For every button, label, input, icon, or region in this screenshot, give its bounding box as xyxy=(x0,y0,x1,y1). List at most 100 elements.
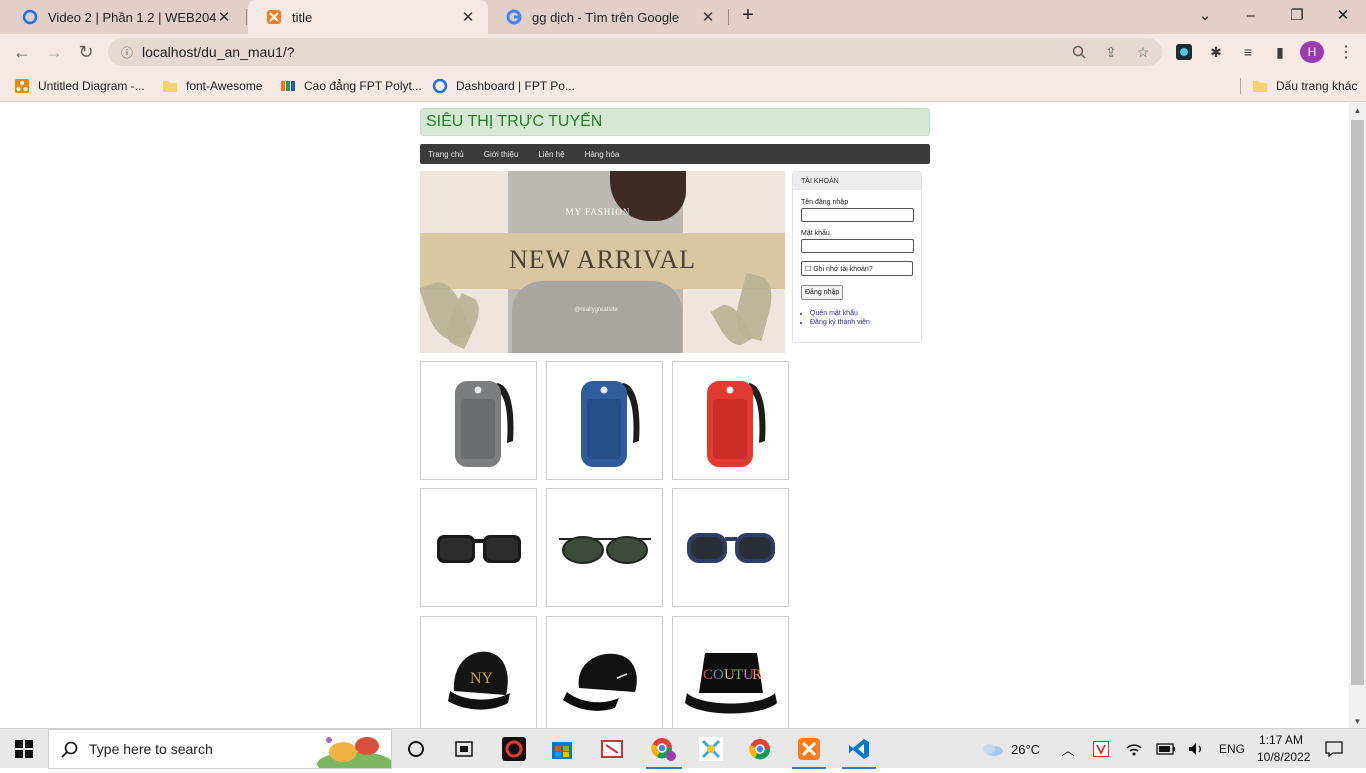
forgot-password-link[interactable]: Quên mật khẩu xyxy=(810,309,870,318)
tab-search-chevron-icon[interactable]: ⌄ xyxy=(1182,0,1228,30)
bookmark-fpt-polytechnic[interactable]: Cao đẳng FPT Polyt... xyxy=(280,76,422,96)
product-bucket-hat[interactable]: C O U T U R xyxy=(672,616,789,728)
vscode-icon[interactable] xyxy=(838,729,880,769)
account-panel: TÀI KHOẢN Tên đăng nhập Mật khẩu ☐ Ghi n… xyxy=(792,171,922,343)
taskbar-search[interactable]: Type here to search xyxy=(48,729,393,773)
xampp-icon xyxy=(266,9,282,25)
product-backpack-gray[interactable] xyxy=(420,361,537,480)
reload-icon[interactable]: ↻ xyxy=(74,40,98,64)
bookmark-label: Dấu trang khác xyxy=(1276,79,1358,93)
address-bar[interactable]: ⓘ localhost/du_an_mau1/? ⇪ ☆ xyxy=(108,38,1162,66)
xampp-taskbar-icon[interactable] xyxy=(788,729,830,769)
scroll-down-icon[interactable]: ▼ xyxy=(1349,714,1366,728)
cortana-icon[interactable] xyxy=(400,729,432,769)
weather-cloud-icon xyxy=(978,729,1006,769)
search-placeholder: Type here to search xyxy=(89,741,213,757)
tab-title: title xyxy=(292,9,313,25)
globe-ring-icon xyxy=(432,78,448,94)
product-backpack-blue[interactable] xyxy=(546,361,663,480)
input-language[interactable]: ENG xyxy=(1219,742,1245,756)
folder-icon xyxy=(162,78,178,94)
extension-app-icon[interactable] xyxy=(1174,42,1194,62)
bookmark-star-icon[interactable]: ☆ xyxy=(1134,43,1152,61)
scroll-thumb[interactable] xyxy=(1351,120,1364,685)
search-icon xyxy=(61,741,79,764)
volume-icon[interactable] xyxy=(1184,729,1208,769)
backpack-image xyxy=(580,380,639,467)
login-button[interactable]: Đăng nhập xyxy=(801,285,844,300)
antivirus-tray-icon[interactable] xyxy=(1090,729,1112,769)
svg-text:T: T xyxy=(734,667,743,683)
menu-contact[interactable]: Liên hệ xyxy=(538,150,564,159)
bookmark-other[interactable]: Dấu trang khác xyxy=(1252,76,1357,96)
product-cap-ny[interactable]: NY xyxy=(420,616,537,728)
bookmark-font-awesome[interactable]: font-Awesome xyxy=(162,76,262,96)
sunglasses-image xyxy=(436,534,521,563)
bookmark-dashboard-fpt[interactable]: Dashboard | FPT Po... xyxy=(432,76,575,96)
chrome-icon[interactable] xyxy=(740,729,780,769)
url-text[interactable]: localhost/du_an_mau1/? xyxy=(142,44,295,60)
tab-video[interactable]: Video 2 | Phần 1.2 | WEB2041 Co ✕ xyxy=(4,0,244,34)
close-icon[interactable]: ✕ xyxy=(460,8,476,26)
menu-home[interactable]: Trang chủ xyxy=(428,150,464,159)
product-backpack-red[interactable] xyxy=(672,361,789,480)
svg-text:O: O xyxy=(713,667,724,683)
weather-temperature[interactable]: 26°C xyxy=(1011,742,1040,757)
password-field[interactable] xyxy=(801,239,914,253)
cap-image xyxy=(562,653,637,711)
page-scrollbar[interactable]: ▲ ▼ xyxy=(1349,103,1366,728)
account-links: Quên mật khẩu Đăng ký thành viên xyxy=(805,309,870,327)
share-icon[interactable]: ⇪ xyxy=(1102,43,1120,61)
menu-about[interactable]: Giới thiệu xyxy=(484,150,519,159)
product-sunglasses-black[interactable] xyxy=(420,488,537,607)
username-label: Tên đăng nhập xyxy=(801,199,849,206)
task-view-icon[interactable] xyxy=(448,729,480,769)
menu-products[interactable]: Hàng hóa xyxy=(585,150,620,159)
bucket-hat-image: C O U T U R xyxy=(684,652,777,713)
username-field[interactable] xyxy=(801,208,914,222)
scroll-up-icon[interactable]: ▲ xyxy=(1349,103,1366,117)
tab-separator xyxy=(728,9,729,25)
svg-text:C: C xyxy=(703,667,713,683)
menu-kebab-icon[interactable]: ⋮ xyxy=(1336,42,1356,62)
close-icon[interactable]: ✕ xyxy=(216,8,232,26)
chevron-up-icon[interactable]: ︿ xyxy=(1058,729,1078,769)
new-tab-icon[interactable]: + xyxy=(735,0,761,30)
tab-title: Video 2 | Phần 1.2 | WEB2041 Co xyxy=(48,9,216,25)
notifications-icon[interactable] xyxy=(1320,729,1348,769)
store-app-icon[interactable] xyxy=(544,729,580,769)
garena-app-icon[interactable] xyxy=(496,729,532,769)
backpack-image xyxy=(454,380,513,467)
minimize-icon[interactable]: – xyxy=(1228,0,1274,30)
tab-google[interactable]: gg dịch - Tìm trên Google ✕ xyxy=(488,0,728,34)
vpn-app-icon[interactable] xyxy=(692,729,730,769)
side-panel-icon[interactable]: ▮ xyxy=(1270,42,1290,62)
media-queue-icon[interactable]: ≡ xyxy=(1238,42,1258,62)
product-sunglasses-aviator[interactable] xyxy=(546,488,663,607)
register-link[interactable]: Đăng ký thành viên xyxy=(810,318,870,327)
fpt-logo-icon xyxy=(280,78,296,94)
tab-title-active[interactable]: title ✕ xyxy=(248,0,488,34)
clock-date[interactable]: 10/8/2022 xyxy=(1257,750,1310,764)
extensions-puzzle-icon[interactable]: ✱ xyxy=(1206,42,1226,62)
close-window-icon[interactable]: ✕ xyxy=(1320,0,1366,30)
chrome-profile-h-icon[interactable] xyxy=(642,729,686,769)
clock-time[interactable]: 1:17 AM xyxy=(1259,733,1303,747)
windows-start-icon[interactable] xyxy=(0,729,48,769)
wifi-icon[interactable] xyxy=(1122,729,1146,769)
product-sunglasses-blue[interactable] xyxy=(672,488,789,607)
snipping-tool-icon[interactable] xyxy=(594,729,630,769)
globe-ring-icon xyxy=(22,9,38,25)
product-cap-nike[interactable] xyxy=(546,616,663,728)
zoom-icon[interactable] xyxy=(1070,43,1088,61)
forward-icon[interactable]: → xyxy=(42,40,66,64)
profile-avatar[interactable]: H xyxy=(1300,41,1324,63)
remember-me-checkbox[interactable]: ☐ Ghi nhớ tài khoản? xyxy=(801,261,913,276)
bookmark-untitled-diagram[interactable]: Untitled Diagram -... xyxy=(14,76,145,96)
info-icon[interactable]: ⓘ xyxy=(118,43,136,61)
back-icon[interactable]: ← xyxy=(10,40,34,64)
close-icon[interactable]: ✕ xyxy=(700,8,716,26)
battery-icon[interactable] xyxy=(1154,729,1178,769)
restore-icon[interactable]: ❐ xyxy=(1274,0,1320,30)
bookmark-label: Cao đẳng FPT Polyt... xyxy=(304,79,422,93)
